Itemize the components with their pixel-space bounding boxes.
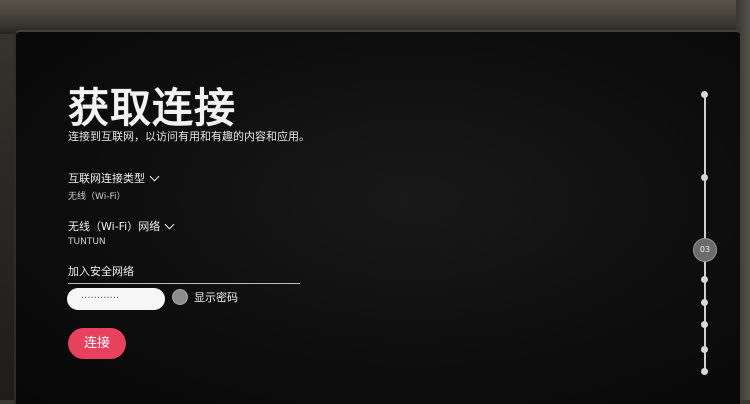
internet-type-value: 无线（Wi-Fi） bbox=[68, 192, 126, 202]
secure-network-label: 加入安全网络 bbox=[68, 263, 300, 284]
tv-bezel-top bbox=[0, 0, 750, 34]
step-dot-icon bbox=[701, 346, 708, 353]
password-input[interactable]: ············ bbox=[67, 288, 165, 310]
page-title: 获取连接 bbox=[68, 84, 236, 132]
chevron-down-icon bbox=[164, 219, 175, 229]
chevron-down-icon bbox=[149, 171, 160, 181]
setup-progress-track bbox=[704, 94, 706, 374]
wifi-network-dropdown[interactable]: 无线（Wi-Fi）网络 TUNTUN bbox=[68, 218, 175, 247]
step-dot-icon bbox=[701, 276, 708, 283]
wifi-network-label: 无线（Wi-Fi）网络 bbox=[68, 220, 161, 233]
step-dot-icon bbox=[701, 321, 708, 328]
step-dot-icon bbox=[701, 299, 708, 306]
step-dot-icon bbox=[701, 91, 708, 98]
wifi-network-value: TUNTUN bbox=[68, 237, 106, 247]
show-password-label: 显示密码 bbox=[194, 291, 238, 304]
internet-type-dropdown[interactable]: 互联网连接类型 无线（Wi-Fi） bbox=[68, 170, 160, 202]
step-dot-icon bbox=[701, 174, 708, 181]
internet-type-label: 互联网连接类型 bbox=[68, 172, 145, 185]
connect-button[interactable]: 连接 bbox=[68, 328, 126, 359]
page-subtitle: 连接到互联网，以访问有用和有趣的内容和应用。 bbox=[68, 130, 310, 143]
step-dot-icon bbox=[701, 368, 708, 375]
current-step-indicator: 03 bbox=[693, 238, 717, 262]
tv-screen: 获取连接 连接到互联网，以访问有用和有趣的内容和应用。 互联网连接类型 无线（W… bbox=[14, 30, 740, 404]
show-password-toggle[interactable]: 显示密码 bbox=[172, 289, 238, 305]
checkbox-icon[interactable] bbox=[172, 289, 188, 305]
